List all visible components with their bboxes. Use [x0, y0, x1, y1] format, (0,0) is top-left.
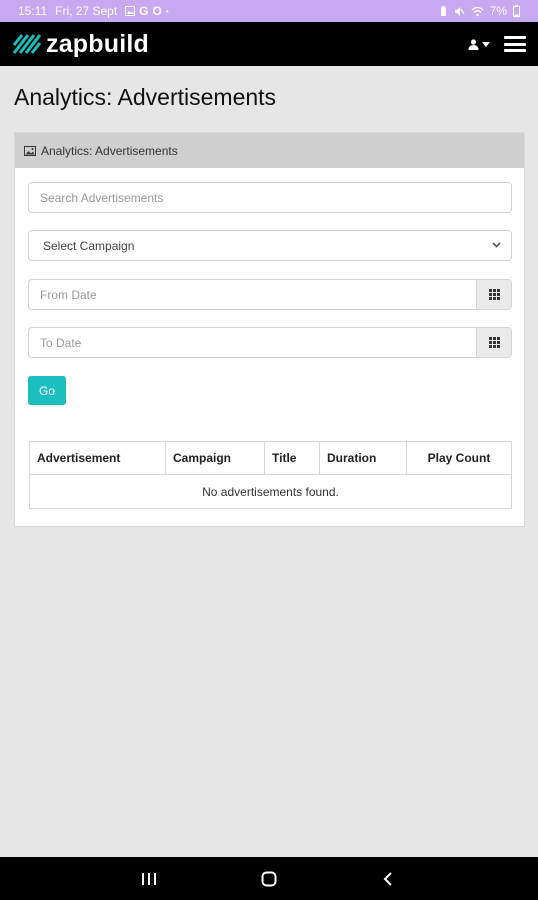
from-date-field[interactable]: From Date	[28, 279, 512, 310]
caret-down-icon	[482, 41, 490, 47]
recent-apps-icon[interactable]	[141, 871, 157, 887]
hamburger-line	[504, 42, 526, 46]
hamburger-line	[504, 49, 526, 52]
user-icon	[468, 38, 479, 50]
app-navbar: zapbuild	[0, 22, 538, 66]
calendar-grid-icon	[488, 337, 500, 348]
android-navigation-bar	[0, 857, 538, 900]
to-date-field[interactable]: To Date	[28, 327, 512, 358]
battery-percent: 7%	[489, 4, 507, 18]
notification-icons: G O •	[125, 4, 169, 18]
status-time: 15:11	[18, 4, 48, 18]
column-header-campaign[interactable]: Campaign	[166, 442, 265, 474]
card-header: Analytics: Advertisements	[15, 133, 524, 168]
go-button[interactable]: Go	[28, 376, 66, 405]
status-date: Fri, 27 Sept	[55, 4, 118, 18]
advertisements-table: Advertisement Campaign Title Duration Pl…	[29, 441, 512, 509]
home-icon[interactable]	[261, 871, 277, 887]
page-title: Analytics: Advertisements	[14, 84, 277, 110]
table-empty-message: No advertisements found.	[202, 484, 339, 499]
zapbuild-logo-icon	[12, 34, 42, 54]
from-date-placeholder: From Date	[40, 287, 97, 302]
campaign-select[interactable]: Select Campaign	[28, 230, 512, 261]
column-header-play-count[interactable]: Play Count	[407, 442, 511, 474]
from-date-calendar-button[interactable]	[476, 280, 511, 309]
to-date-calendar-button[interactable]	[476, 328, 511, 357]
logo-text: zapbuild	[46, 29, 149, 58]
battery-icon	[513, 5, 520, 17]
chevron-down-icon	[492, 242, 501, 248]
column-header-duration[interactable]: Duration	[320, 442, 407, 474]
battery-saver-icon	[440, 5, 446, 16]
table-header-row: Advertisement Campaign Title Duration Pl…	[30, 442, 511, 475]
user-menu-button[interactable]	[468, 38, 490, 50]
wifi-icon	[471, 6, 484, 16]
hamburger-menu-icon[interactable]	[504, 36, 526, 52]
campaign-select-value: Select Campaign	[43, 238, 135, 253]
o-notification-icon: O	[152, 4, 162, 18]
card-header-label: Analytics: Advertisements	[41, 143, 178, 158]
hamburger-line	[504, 36, 526, 39]
g-notification-icon: G	[139, 4, 149, 18]
search-input[interactable]: Search Advertisements	[28, 182, 512, 213]
column-header-title[interactable]: Title	[265, 442, 320, 474]
calendar-grid-icon	[488, 289, 500, 300]
zapbuild-logo[interactable]: zapbuild	[12, 30, 149, 59]
column-header-advertisement[interactable]: Advertisement	[30, 442, 166, 474]
mute-icon	[454, 6, 465, 16]
to-date-placeholder: To Date	[40, 335, 82, 350]
gallery-notification-icon	[125, 6, 136, 16]
dot-notification-icon: •	[165, 6, 169, 16]
image-icon	[24, 145, 36, 156]
back-icon[interactable]	[381, 871, 397, 887]
search-placeholder: Search Advertisements	[40, 190, 164, 205]
status-bar: 15:11 Fri, 27 Sept G O • 7%	[0, 0, 538, 22]
analytics-card: Analytics: Advertisements Search Adverti…	[14, 132, 525, 527]
